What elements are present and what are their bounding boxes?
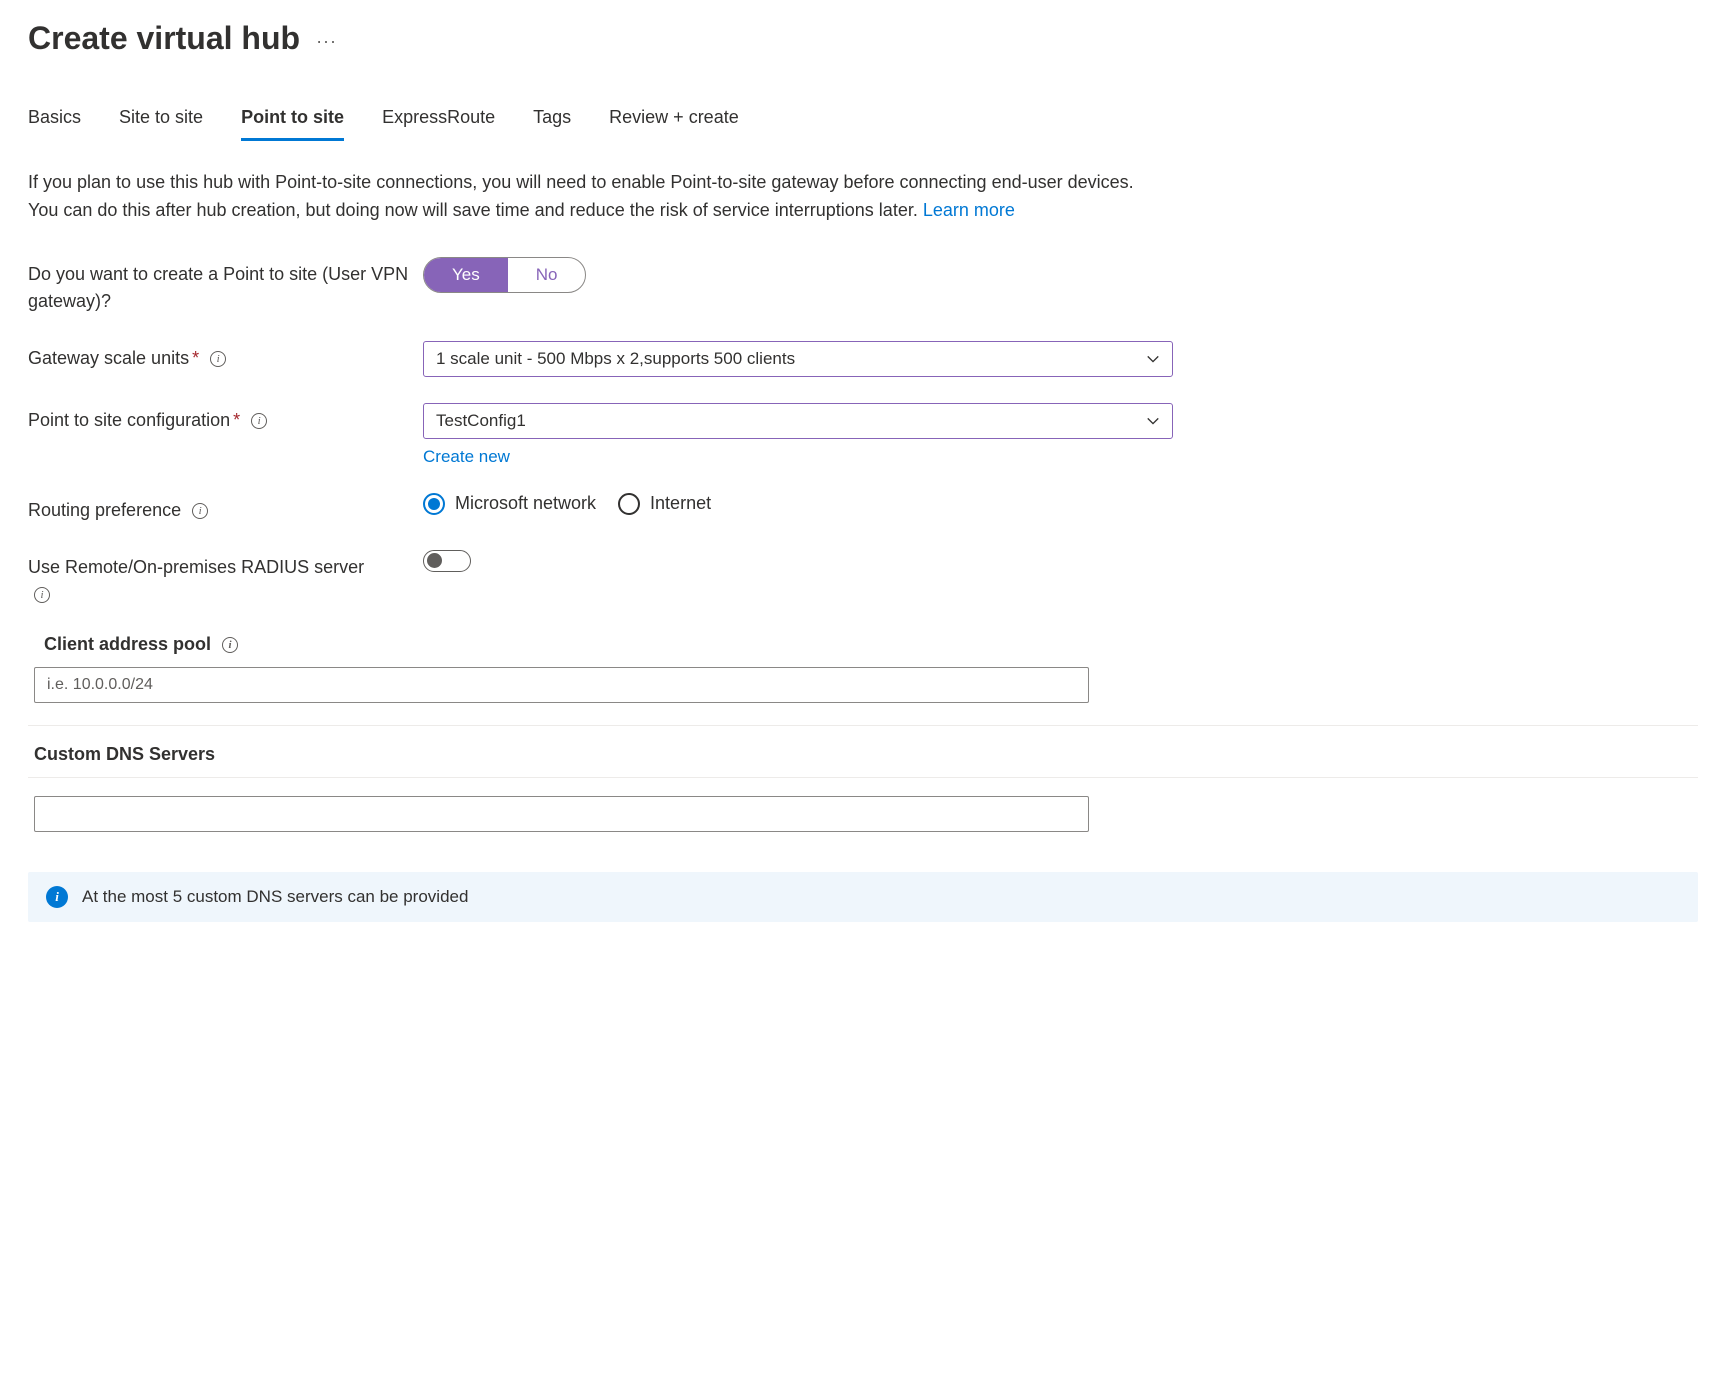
- client-pool-input[interactable]: [34, 667, 1089, 703]
- info-icon: i: [46, 886, 68, 908]
- info-icon[interactable]: i: [210, 351, 226, 367]
- p2s-config-value: TestConfig1: [436, 411, 526, 431]
- info-icon[interactable]: i: [34, 587, 50, 603]
- radio-icon: [618, 493, 640, 515]
- chevron-down-icon: [1146, 352, 1160, 366]
- chevron-down-icon: [1146, 414, 1160, 428]
- routing-pref-ms-label: Microsoft network: [455, 493, 596, 514]
- tab-review-create[interactable]: Review + create: [609, 107, 739, 141]
- p2s-toggle-yes[interactable]: Yes: [424, 258, 508, 292]
- p2s-question-label: Do you want to create a Point to site (U…: [28, 257, 423, 315]
- info-icon[interactable]: i: [251, 413, 267, 429]
- p2s-config-label: Point to site configuration* i: [28, 403, 423, 434]
- info-icon[interactable]: i: [192, 503, 208, 519]
- dns-heading: Custom DNS Servers: [34, 744, 1698, 765]
- tab-expressroute[interactable]: ExpressRoute: [382, 107, 495, 141]
- tabs-bar: Basics Site to site Point to site Expres…: [28, 107, 1698, 141]
- routing-pref-label: Routing preference i: [28, 493, 423, 524]
- gateway-scale-label: Gateway scale units* i: [28, 341, 423, 372]
- p2s-toggle[interactable]: Yes No: [423, 257, 586, 293]
- required-asterisk: *: [233, 410, 240, 430]
- radio-icon: [423, 493, 445, 515]
- required-asterisk: *: [192, 348, 199, 368]
- client-pool-heading: Client address pool i: [34, 634, 1698, 655]
- tab-site-to-site[interactable]: Site to site: [119, 107, 203, 141]
- learn-more-link[interactable]: Learn more: [923, 200, 1015, 220]
- gateway-scale-dropdown[interactable]: 1 scale unit - 500 Mbps x 2,supports 500…: [423, 341, 1173, 377]
- routing-pref-internet-label: Internet: [650, 493, 711, 514]
- radius-switch[interactable]: [423, 550, 471, 572]
- gateway-scale-value: 1 scale unit - 500 Mbps x 2,supports 500…: [436, 349, 795, 369]
- dns-info-text: At the most 5 custom DNS servers can be …: [82, 887, 468, 907]
- description-text: If you plan to use this hub with Point-t…: [28, 169, 1168, 225]
- tab-tags[interactable]: Tags: [533, 107, 571, 141]
- radius-label: Use Remote/On-premises RADIUS server i: [28, 550, 423, 608]
- page-title: Create virtual hub: [28, 20, 300, 57]
- dns-input[interactable]: [34, 796, 1089, 832]
- p2s-config-dropdown[interactable]: TestConfig1: [423, 403, 1173, 439]
- more-options-icon[interactable]: ···: [316, 31, 337, 52]
- dns-info-banner: i At the most 5 custom DNS servers can b…: [28, 872, 1698, 922]
- tab-basics[interactable]: Basics: [28, 107, 81, 141]
- tab-point-to-site[interactable]: Point to site: [241, 107, 344, 141]
- switch-knob: [427, 553, 442, 568]
- divider: [28, 777, 1698, 778]
- divider: [28, 725, 1698, 726]
- p2s-toggle-no[interactable]: No: [508, 258, 586, 292]
- info-icon[interactable]: i: [222, 637, 238, 653]
- routing-pref-microsoft[interactable]: Microsoft network: [423, 493, 596, 515]
- routing-pref-internet[interactable]: Internet: [618, 493, 711, 515]
- routing-pref-radio-group: Microsoft network Internet: [423, 493, 1173, 515]
- create-new-link[interactable]: Create new: [423, 447, 510, 467]
